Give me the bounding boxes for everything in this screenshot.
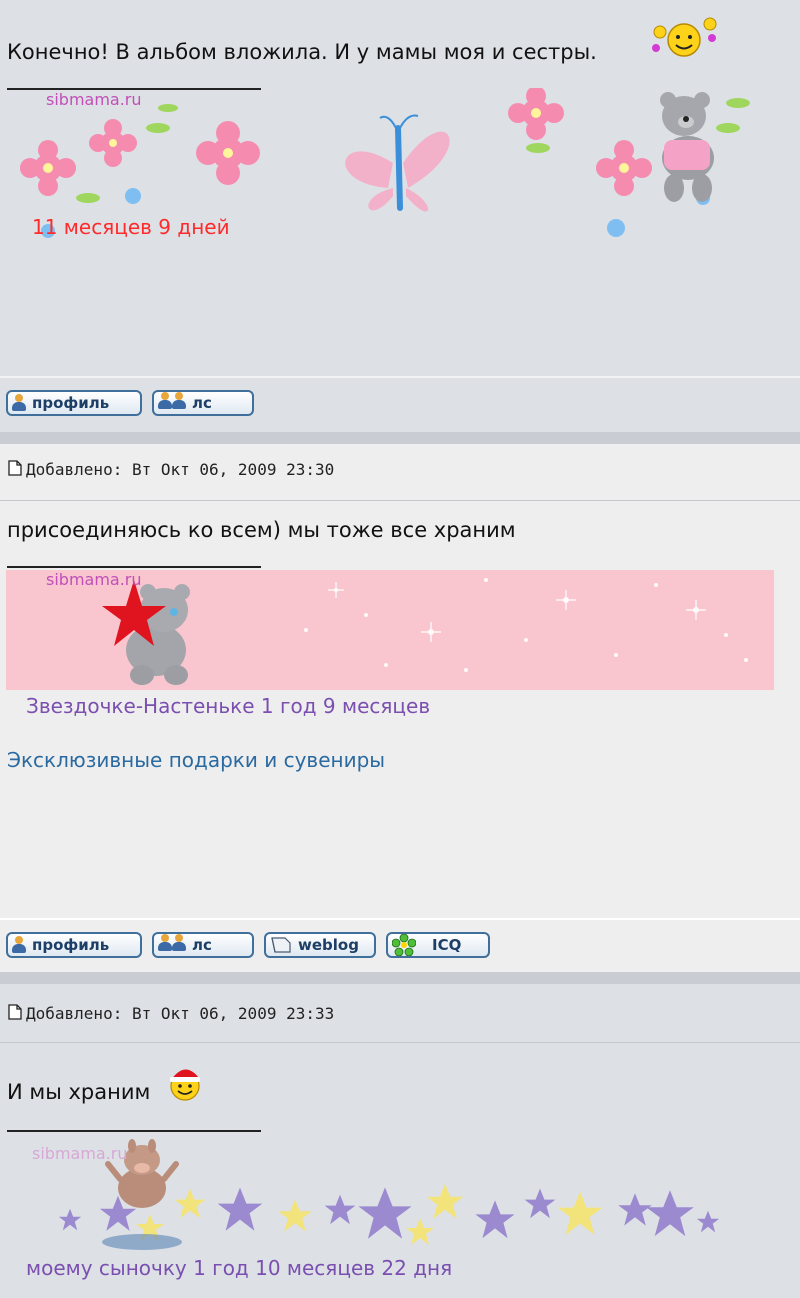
profile-button-label: профиль bbox=[32, 394, 110, 412]
notebook-icon bbox=[271, 937, 291, 953]
profile-button[interactable]: профиль bbox=[6, 932, 142, 958]
weblog-button[interactable]: weblog bbox=[264, 932, 376, 958]
signature-caption: моему сыночку 1 год 10 месяцев 22 дня bbox=[26, 1256, 453, 1280]
santa-smiley-icon bbox=[170, 1069, 200, 1101]
signature-watermark: sibmama.ru bbox=[46, 90, 142, 109]
post-1-buttons: профиль лс bbox=[0, 376, 800, 434]
post-timestamp: Добавлено: Вт Окт 06, 2009 23:33 bbox=[26, 1004, 335, 1023]
private-message-button-label: лс bbox=[192, 936, 212, 954]
profile-icon bbox=[12, 394, 26, 412]
post-divider bbox=[0, 972, 800, 984]
post-1: Конечно! В альбом вложила. И у мамы моя … bbox=[0, 0, 800, 376]
users-icon bbox=[158, 392, 186, 414]
icq-button[interactable]: ICQ bbox=[386, 932, 490, 958]
post-message: Конечно! В альбом вложила. И у мамы моя … bbox=[7, 40, 597, 64]
post-2: Добавлено: Вт Окт 06, 2009 23:30 присоед… bbox=[0, 444, 800, 918]
signature-caption: 11 месяцев 9 дней bbox=[32, 215, 230, 239]
private-message-button[interactable]: лс bbox=[152, 932, 254, 958]
meta-divider bbox=[0, 500, 800, 501]
weblog-button-label: weblog bbox=[298, 936, 359, 954]
profile-button-label: профиль bbox=[32, 936, 110, 954]
post-divider bbox=[0, 432, 800, 444]
private-message-button[interactable]: лс bbox=[152, 390, 254, 416]
post-2-buttons: профиль лс weblog ICQ bbox=[0, 918, 800, 974]
waving-smiley-icon bbox=[652, 17, 717, 57]
signature-caption: Звездочке-Настеньке 1 год 9 месяцев bbox=[26, 694, 431, 718]
post-message: присоединяюсь ко всем) мы тоже все храни… bbox=[7, 518, 516, 542]
signature-watermark: sibmama.ru bbox=[32, 1144, 128, 1163]
post-timestamp: Добавлено: Вт Окт 06, 2009 23:30 bbox=[26, 460, 335, 479]
profile-icon bbox=[12, 936, 26, 954]
post-document-icon bbox=[8, 460, 22, 476]
icq-button-label: ICQ bbox=[432, 936, 462, 954]
meta-divider bbox=[0, 1042, 800, 1043]
post-document-icon bbox=[8, 1004, 22, 1020]
private-message-button-label: лс bbox=[192, 394, 212, 412]
post-3: Добавлено: Вт Окт 06, 2009 23:33 И мы хр… bbox=[0, 984, 800, 1298]
signature-link[interactable]: Эксклюзивные подарки и сувениры bbox=[7, 748, 385, 772]
signature-separator bbox=[7, 566, 261, 568]
users-icon bbox=[158, 934, 186, 956]
post-message: И мы храним bbox=[7, 1080, 151, 1104]
signature-watermark: sibmama.ru bbox=[46, 570, 142, 589]
profile-button[interactable]: профиль bbox=[6, 390, 142, 416]
icq-flower-icon bbox=[392, 934, 416, 956]
